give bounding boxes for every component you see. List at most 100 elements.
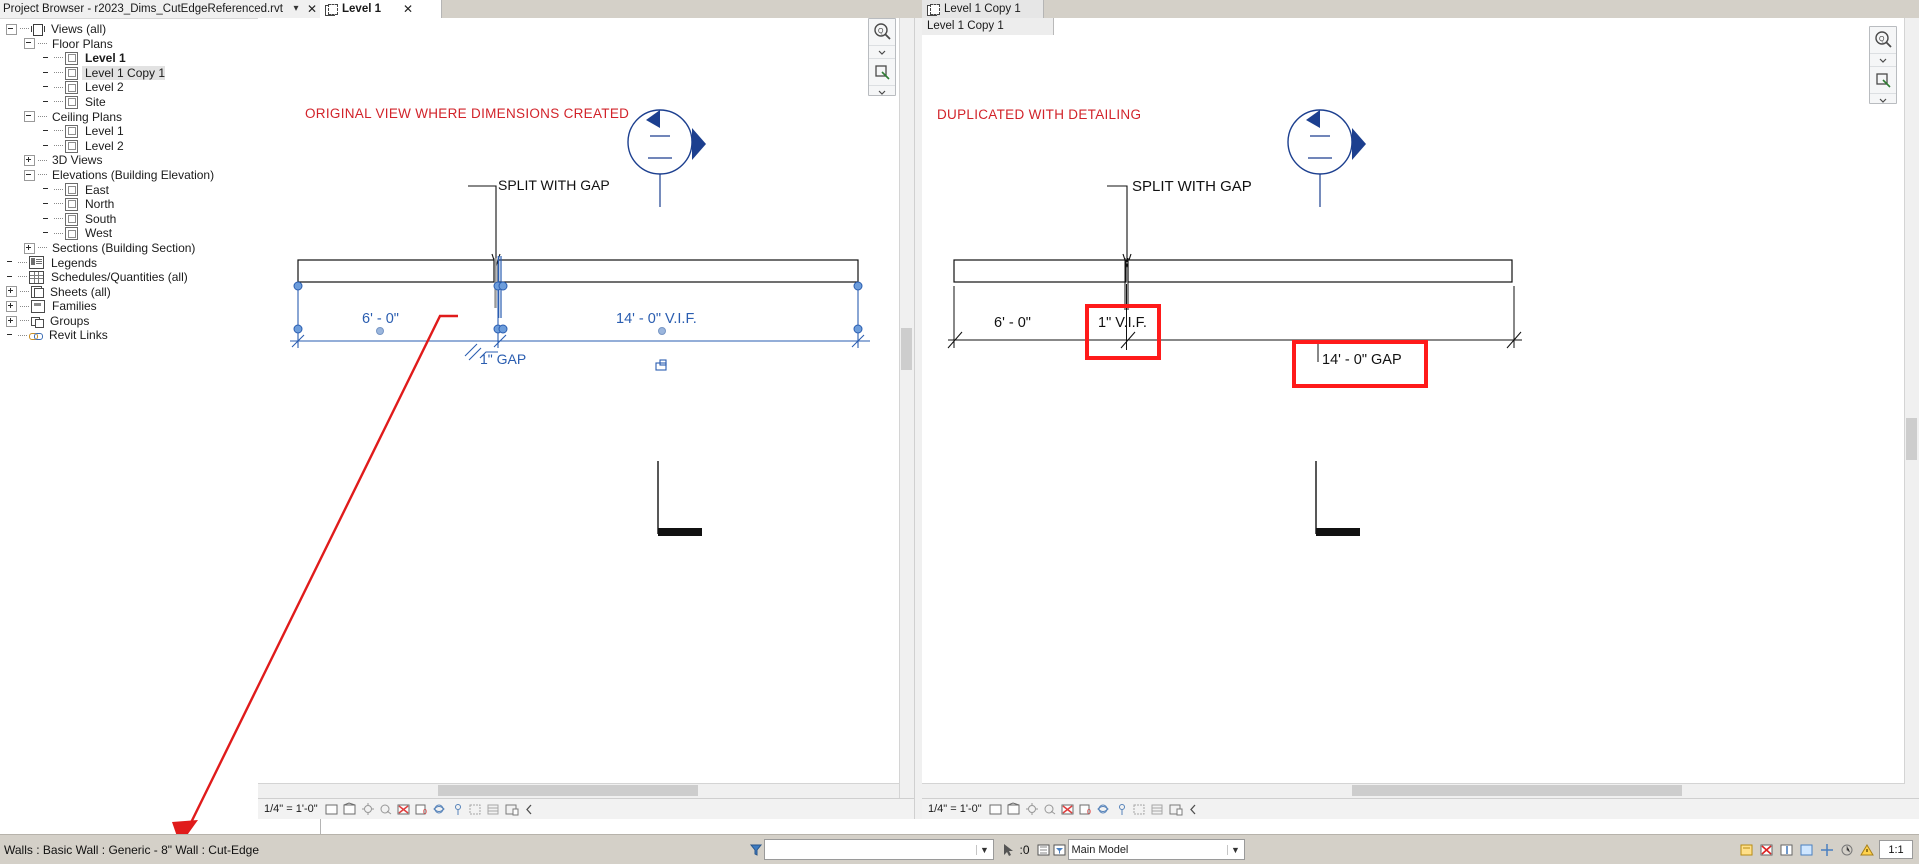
right-vertical-scrollbar[interactable] bbox=[1904, 18, 1919, 804]
tree-item-label: Ceiling Plans bbox=[52, 109, 123, 124]
model-filter-icon[interactable] bbox=[748, 842, 764, 858]
pan-tool-icon[interactable] bbox=[1870, 67, 1896, 94]
right-navigation-bar[interactable]: Q bbox=[1869, 26, 1897, 104]
reveal-hidden-elements-icon[interactable] bbox=[1150, 802, 1166, 817]
shadows-icon[interactable] bbox=[378, 802, 394, 817]
view-scale-label[interactable]: 1/4" = 1'-0" bbox=[922, 803, 988, 815]
warnings-icon[interactable] bbox=[1859, 842, 1875, 858]
crop-view-icon[interactable]: 0 bbox=[1078, 802, 1094, 817]
temporary-hide-isolate-icon[interactable] bbox=[468, 802, 484, 817]
tree-connector bbox=[20, 290, 29, 293]
chevron-down-icon[interactable]: ▼ bbox=[1226, 844, 1244, 855]
render-dialog-icon[interactable] bbox=[1060, 802, 1076, 817]
design-options-icon[interactable] bbox=[1739, 842, 1755, 858]
visual-style-icon[interactable] bbox=[342, 801, 358, 817]
exclude-hidden-icon[interactable] bbox=[1759, 842, 1775, 858]
left-gap-label[interactable]: 1" GAP bbox=[480, 351, 526, 367]
close-icon[interactable]: ✕ bbox=[403, 0, 413, 18]
view-pane-level-1[interactable]: ORIGINAL VIEW WHERE DIMENSIONS CREATED S… bbox=[258, 18, 915, 819]
dimension-equality-marker[interactable] bbox=[655, 359, 667, 371]
expand-icon[interactable] bbox=[6, 301, 17, 313]
left-horizontal-scrollbar[interactable] bbox=[258, 783, 904, 798]
view-scale-label[interactable]: 1/4" = 1'-0" bbox=[258, 803, 324, 815]
wall-geometry[interactable] bbox=[297, 256, 859, 318]
filter-dialog-icon[interactable] bbox=[1052, 842, 1068, 858]
expand-icon[interactable] bbox=[24, 242, 35, 254]
left-vertical-scrollbar[interactable] bbox=[899, 18, 914, 804]
right-drawing-canvas[interactable]: DUPLICATED WITH DETAILING SPLIT WITH GAP bbox=[922, 18, 1919, 819]
elevation-tag[interactable] bbox=[627, 109, 706, 207]
lock-3d-view-icon[interactable] bbox=[450, 802, 466, 817]
tree-connector bbox=[38, 115, 47, 118]
scrollbar-thumb[interactable] bbox=[901, 328, 912, 370]
temporary-hide-isolate-icon[interactable] bbox=[1132, 802, 1148, 817]
tree-item-label: East bbox=[85, 182, 110, 197]
temporary-view-properties-icon[interactable] bbox=[1168, 802, 1184, 817]
exclude-options-icon[interactable] bbox=[1036, 842, 1052, 858]
view-pane-level-1-copy-1[interactable]: Level 1 Copy 1 DUPLICATED WITH DETAILING… bbox=[922, 18, 1919, 819]
right-dimension-6-0[interactable]: 6' - 0" bbox=[994, 315, 1031, 331]
tab-level-1[interactable]: Level 1 ✕ bbox=[320, 0, 442, 18]
zoom-chevron-down-icon[interactable] bbox=[1870, 54, 1896, 67]
left-drawing-canvas[interactable]: ORIGINAL VIEW WHERE DIMENSIONS CREATED S… bbox=[258, 18, 914, 819]
right-horizontal-scrollbar[interactable] bbox=[922, 783, 1905, 798]
pin-icon[interactable]: ▾ bbox=[288, 0, 304, 18]
expand-icon[interactable] bbox=[6, 315, 17, 327]
left-dimension-6-0[interactable]: 6' - 0" bbox=[362, 311, 399, 327]
detail-level-icon[interactable] bbox=[988, 802, 1004, 817]
exclude-face-icon[interactable] bbox=[1799, 842, 1815, 858]
scrollbar-thumb[interactable] bbox=[1352, 785, 1682, 796]
elevation-tag[interactable] bbox=[1287, 109, 1366, 207]
right-view-control-bar[interactable]: 1/4" = 1'-0" 0 bbox=[922, 798, 1919, 819]
filter-select[interactable]: ▼ bbox=[763, 839, 994, 860]
scrollbar-thumb[interactable] bbox=[1906, 418, 1917, 460]
dimension-string[interactable] bbox=[947, 284, 1522, 350]
zoom-tool-icon[interactable]: Q bbox=[869, 19, 895, 46]
exclude-pinned-icon[interactable] bbox=[1779, 842, 1795, 858]
expand-icon[interactable] bbox=[6, 286, 17, 298]
pan-tool-icon[interactable] bbox=[869, 59, 895, 86]
right-dimension-14-0-gap[interactable]: 14' - 0" GAP bbox=[1322, 352, 1402, 368]
left-dimension-14-0-vif[interactable]: 14' - 0" V.I.F. bbox=[616, 311, 697, 327]
workset-select[interactable]: Main Model ▼ bbox=[1067, 839, 1245, 860]
render-dialog-icon[interactable] bbox=[396, 802, 412, 817]
detail-geometry[interactable] bbox=[657, 461, 702, 536]
detail-geometry[interactable] bbox=[1315, 461, 1360, 536]
model-health-icon[interactable] bbox=[1839, 842, 1855, 858]
sun-path-icon[interactable] bbox=[360, 802, 376, 817]
right-dimension-1-vif[interactable]: 1" V.I.F. bbox=[1098, 315, 1147, 331]
lock-3d-view-icon[interactable] bbox=[1114, 802, 1130, 817]
reveal-hidden-elements-icon[interactable] bbox=[486, 802, 502, 817]
left-view-control-bar[interactable]: 1/4" = 1'-0" 0 bbox=[258, 798, 914, 819]
sun-path-icon[interactable] bbox=[1024, 802, 1040, 817]
zoom-chevron-down-icon[interactable] bbox=[869, 46, 895, 59]
zoom-level-badge[interactable]: 1:1 bbox=[1879, 840, 1914, 859]
tab-level-1-copy-1[interactable]: Level 1 Copy 1 bbox=[922, 0, 1044, 18]
pan-chevron-down-icon[interactable] bbox=[869, 86, 895, 98]
show-crop-region-icon[interactable] bbox=[432, 802, 448, 817]
wall-geometry[interactable] bbox=[953, 258, 1513, 310]
visual-style-icon[interactable] bbox=[1006, 801, 1022, 817]
collapse-icon[interactable] bbox=[24, 169, 35, 181]
tree-connector bbox=[54, 232, 63, 235]
left-navigation-bar[interactable]: Q bbox=[868, 18, 896, 96]
scrollbar-thumb[interactable] bbox=[438, 785, 698, 796]
chevron-left-icon[interactable] bbox=[1186, 802, 1202, 817]
chevron-down-icon[interactable]: ▼ bbox=[975, 844, 993, 855]
collapse-icon[interactable] bbox=[24, 111, 35, 123]
tree-item-label: Level 1 Copy 1 bbox=[82, 65, 166, 81]
show-crop-region-icon[interactable] bbox=[1096, 802, 1112, 817]
expand-icon[interactable] bbox=[24, 155, 35, 167]
drag-elements-icon[interactable] bbox=[1819, 842, 1835, 858]
close-icon[interactable]: ✕ bbox=[304, 0, 320, 18]
collapse-icon[interactable] bbox=[24, 38, 35, 50]
zoom-tool-icon[interactable]: Q bbox=[1870, 27, 1896, 54]
pan-chevron-down-icon[interactable] bbox=[1870, 94, 1896, 106]
shadows-icon[interactable] bbox=[1042, 802, 1058, 817]
chevron-left-icon[interactable] bbox=[522, 802, 538, 817]
collapse-icon[interactable] bbox=[6, 23, 17, 35]
temporary-view-properties-icon[interactable] bbox=[504, 802, 520, 817]
crop-view-icon[interactable]: 0 bbox=[414, 802, 430, 817]
tree-spacer bbox=[42, 142, 51, 151]
detail-level-icon[interactable] bbox=[324, 802, 340, 817]
